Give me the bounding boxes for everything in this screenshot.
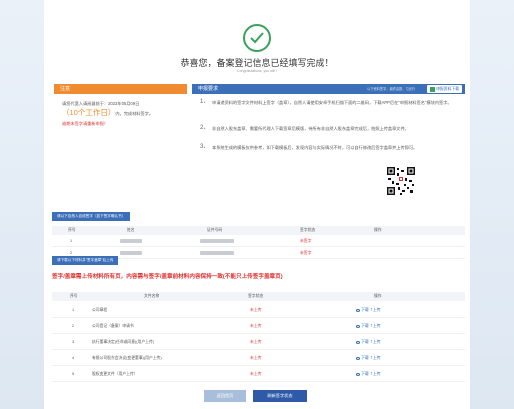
file-name: 有限公司股东会决议(变更董事)(用户上传) (92, 356, 162, 360)
row-index: 1 (72, 308, 75, 312)
upload-status: 未上传 (250, 324, 262, 328)
row-actions: 下载 ⇡上传 (356, 334, 381, 350)
column-header: 姓名 (127, 228, 135, 232)
step-number: 2、 (200, 125, 210, 131)
redacted-id (200, 235, 234, 247)
file-name: 股权变更文件（用户上传） (92, 372, 138, 376)
row-index: 5 (72, 372, 75, 376)
table-row: 1 公司章程 未上传 下载 ⇡上传 (52, 302, 465, 318)
table-row: 5 股权变更文件（用户上传） 未上传 下载 ⇡上传 (52, 366, 465, 382)
file-name: 公司章程 (92, 308, 108, 312)
refresh-sign-status-button[interactable]: 刷新签字状态 (253, 390, 307, 402)
qr-code-icon (386, 166, 416, 196)
step-number: 1、 (200, 99, 210, 105)
upload-section-button[interactable]: 请下载以下材料并"签字盖章"后上传 (52, 256, 119, 265)
requirement-step-2: 2、 非自然人股东盖章、需要所代理人下载签章后模版，待所有非自然人股东盖章完成后，… (200, 125, 460, 132)
table-row: 3 执行董事决定(任命或同意)(用户上传) 未上传 下载 ⇡上传 (52, 334, 465, 350)
requirements-header: 申报要求 以下资料签字，最终由提，习近行 申报资料下载 (192, 84, 465, 94)
check-circle-icon (243, 24, 271, 52)
column-header: 操作 (374, 294, 382, 298)
success-title: 恭喜您，备案登记信息已经填写完成！ (180, 58, 334, 68)
download-icon (430, 86, 436, 92)
table-header: 序号 文件名称 签字状态 操作 (52, 292, 465, 301)
notice-line-2-rest: 内，完成材料签字。 (115, 111, 154, 116)
step-text: 本系统生成的模板仅供参考，如下载模板后，发现内容与实际情况不符，可以自行修改后签… (212, 145, 418, 150)
notice-deadline: （10个工作日） (62, 108, 116, 117)
download-link[interactable]: 下载 (361, 324, 369, 328)
table-row: 4 有限公司股东会决议(变更董事)(用户上传) 未上传 下载 ⇡上传 (52, 350, 465, 366)
column-header: 序号 (70, 294, 78, 298)
download-link[interactable]: 下载 (361, 308, 369, 312)
sign-status: 未签字 (300, 239, 312, 243)
eye-icon[interactable] (356, 356, 360, 360)
file-name: 公司登记（备案）申请书 (92, 324, 134, 328)
notice-line-3: 逾期未签字请重新申报！ (62, 121, 109, 126)
step-text: 申请递资料的签字文件材料上签字（盖章），自然人请使用安卓手机扫描下面的二维码，下… (212, 100, 452, 105)
column-header: 序号 (68, 228, 76, 232)
return-home-button[interactable]: 返回首页 (204, 390, 246, 402)
notice-header: 注意 (54, 84, 187, 94)
row-actions: 下载 ⇡上传 (356, 302, 381, 318)
upload-link[interactable]: 上传 (373, 324, 381, 328)
upload-status: 未上传 (250, 356, 262, 360)
eye-icon[interactable] (356, 308, 360, 312)
row-index: 1 (70, 239, 73, 243)
upload-status: 未上传 (250, 372, 262, 376)
file-name: 执行董事决定(任命或同意)(用户上传) (92, 340, 155, 344)
table-header: 序号 姓名 证件号码 签字状态 操作 (52, 226, 465, 235)
success-subtitle: Congratulations, you will ! (237, 69, 277, 73)
table-row: 2 公司登记（备案）申请书 未上传 下载 ⇡上传 (52, 318, 465, 334)
eye-icon[interactable] (356, 324, 360, 328)
row-index: 2 (72, 324, 75, 328)
row-index: 4 (72, 356, 75, 360)
upload-link[interactable]: 上传 (373, 308, 381, 312)
table-row: 1 未签字 (52, 235, 465, 247)
download-materials-button[interactable]: 申报资料下载 (427, 85, 462, 93)
download-link[interactable]: 下载 (361, 372, 369, 376)
requirement-step-1: 1、 申请递资料的签字文件材料上签字（盖章），自然人请使用安卓手机扫描下面的二维码… (200, 99, 460, 106)
upload-link[interactable]: 上传 (373, 356, 381, 360)
row-actions: 下载 ⇡上传 (356, 350, 381, 366)
upload-status: 未上传 (250, 308, 262, 312)
eye-icon[interactable] (356, 372, 360, 376)
column-header: 签字状态 (248, 294, 264, 298)
eye-icon[interactable] (356, 340, 360, 344)
column-header: 文件名称 (144, 294, 160, 298)
row-actions: 下载 ⇡上传 (356, 318, 381, 334)
upload-link[interactable]: 上传 (373, 372, 381, 376)
download-link[interactable]: 下载 (361, 356, 369, 360)
sign-section-button[interactable]: 请以下自然人自线签字（如下签字确认书） (52, 212, 131, 221)
notice-line-2: （10个工作日）内，完成材料签字。 (62, 107, 153, 118)
step-number: 3、 (200, 144, 210, 150)
requirements-hint: 以下资料签字，最终由提，习近行 (367, 87, 415, 91)
sign-status: 未签字 (300, 251, 312, 255)
column-header: 签字状态 (300, 228, 316, 232)
redacted-id (200, 247, 234, 259)
download-label: 申报资料下载 (436, 87, 459, 91)
requirements-title: 申报要求 (198, 86, 219, 92)
requirement-step-3: 3、 本系统生成的模板仅供参考，如下载模板后，发现内容与实际情况不符，可以自行修改… (200, 144, 460, 151)
download-link[interactable]: 下载 (361, 340, 369, 344)
redacted-name (120, 235, 142, 247)
upload-warning: 签字/盖章需上传材料所有页，内容需与签字/盖章前材料内容保持一致(不能只上传签字… (52, 274, 283, 280)
upload-status: 未上传 (250, 340, 262, 344)
column-header: 操作 (374, 228, 382, 232)
column-header: 证件号码 (207, 228, 223, 232)
upload-link[interactable]: 上传 (373, 340, 381, 344)
step-text: 非自然人股东盖章、需要所代理人下载签章后模版，待所有非自然人股东盖章完成后，拍照… (212, 126, 409, 131)
row-actions: 下载 ⇡上传 (356, 366, 381, 382)
redacted-name (120, 247, 142, 259)
row-index: 3 (72, 340, 75, 344)
